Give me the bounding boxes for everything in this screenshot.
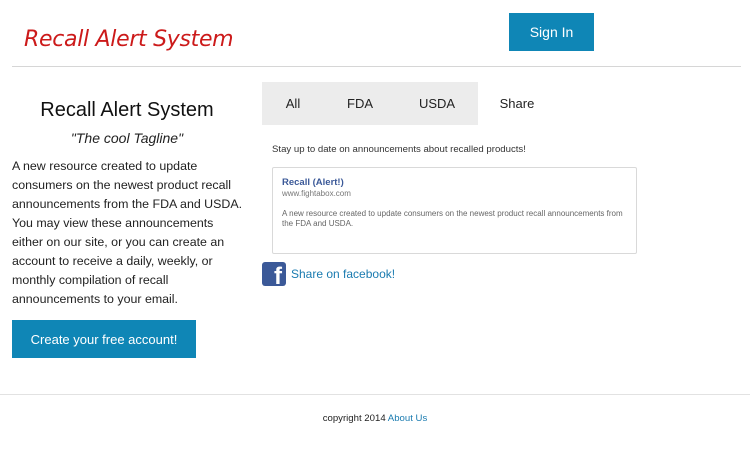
tab-share[interactable]: Share <box>478 82 556 125</box>
preview-title: Recall (Alert!) <box>282 177 344 188</box>
intro-title: Recall Alert System <box>40 99 214 121</box>
tab-fda[interactable]: FDA <box>324 82 396 125</box>
intro-description: A new resource created to update consume… <box>12 159 243 306</box>
header: Recall Alert System Sign In <box>0 0 750 67</box>
about-us-link[interactable]: About Us <box>388 413 427 424</box>
facebook-icon[interactable]: f <box>262 262 286 286</box>
tagline: "The cool Tagline" <box>70 130 184 146</box>
sign-in-button[interactable]: Sign In <box>509 13 594 51</box>
header-divider <box>12 66 741 67</box>
create-account-button[interactable]: Create your free account! <box>12 320 196 358</box>
tab-usda[interactable]: USDA <box>396 82 478 125</box>
copyright-text: copyright 2014 <box>322 413 386 424</box>
preview-description: A new resource created to update consume… <box>282 209 623 228</box>
link-preview-card[interactable]: Recall (Alert!) www.fightabox.com A new … <box>272 167 637 254</box>
facebook-share-link[interactable]: f Share on facebook! <box>262 262 395 286</box>
site-logo[interactable]: Recall Alert System <box>24 27 234 52</box>
intro-column: Recall Alert System "The cool Tagline" A… <box>12 97 242 309</box>
footer-divider <box>0 394 750 395</box>
tab-bar: All FDA USDA Share <box>262 82 556 125</box>
tab-all[interactable]: All <box>262 82 324 125</box>
footer: copyright 2014 About Us <box>0 413 750 424</box>
facebook-share-label[interactable]: Share on facebook! <box>291 267 395 281</box>
preview-url: www.fightabox.com <box>282 189 351 198</box>
share-intro-text: Stay up to date on announcements about r… <box>272 144 526 155</box>
